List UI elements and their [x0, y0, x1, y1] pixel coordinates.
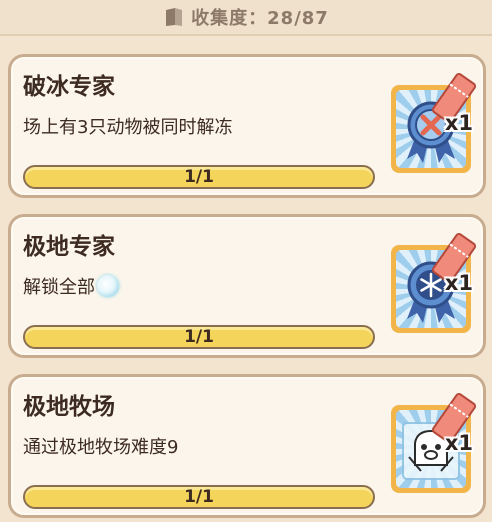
achievement-title: 极地专家	[23, 234, 115, 260]
achievement-description-text: 场上有3只动物被同时解冻	[23, 117, 233, 138]
achievement-description: 解锁全部	[23, 273, 119, 299]
achievement-description-text: 通过极地牧场难度9	[23, 437, 179, 458]
achievement-card: 极地牧场 通过极地牧场难度9 1/1 x1	[8, 374, 486, 518]
reward-badge[interactable]: x1	[391, 73, 477, 173]
reward-badge[interactable]: x1	[391, 233, 477, 333]
collection-header: 收集度：28/87	[0, 0, 492, 36]
progress-text: 1/1	[184, 327, 214, 347]
achievement-description: 场上有3只动物被同时解冻	[23, 113, 232, 139]
achievement-title: 极地牧场	[23, 394, 115, 420]
reward-badge[interactable]: x1	[391, 393, 477, 493]
achievement-title: 破冰专家	[23, 74, 115, 100]
achievement-progress-bar: 1/1	[23, 165, 375, 189]
reward-multiplier: x1	[444, 111, 473, 135]
achievement-description-text: 解锁全部	[23, 277, 95, 298]
achievement-card: 破冰专家 场上有3只动物被同时解冻 1/1 x1	[8, 54, 486, 198]
reward-multiplier: x1	[444, 271, 473, 295]
progress-text: 1/1	[184, 487, 214, 507]
reward-multiplier: x1	[444, 431, 473, 455]
progress-text: 1/1	[184, 167, 214, 187]
achievement-progress-bar: 1/1	[23, 485, 375, 509]
collection-progress-label: 收集度：28/87	[191, 8, 329, 29]
achievement-progress-bar: 1/1	[23, 325, 375, 349]
achievement-card: 极地专家 解锁全部 1/1 x1	[8, 214, 486, 358]
snowball-icon	[97, 275, 119, 297]
book-icon	[166, 8, 183, 26]
achievement-description: 通过极地牧场难度9	[23, 433, 178, 459]
